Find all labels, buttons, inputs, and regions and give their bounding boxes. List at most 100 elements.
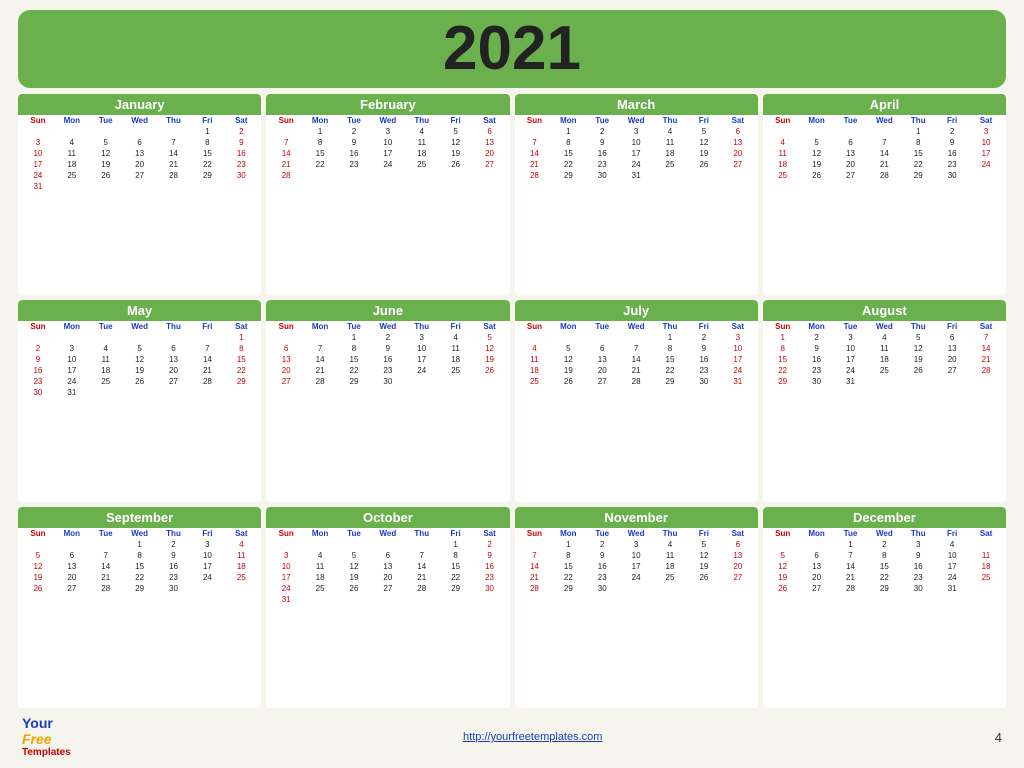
day-cell: 22: [439, 572, 473, 583]
day-label-fri: Fri: [439, 322, 473, 331]
day-cell: [901, 376, 935, 387]
day-cell: [653, 583, 687, 594]
day-cell: 21: [89, 572, 123, 583]
day-cell: 8: [551, 550, 585, 561]
day-cell: 19: [687, 148, 721, 159]
day-cell: 24: [371, 159, 405, 170]
day-cell: 13: [935, 343, 969, 354]
day-cell: 23: [473, 572, 507, 583]
day-cell: 4: [935, 539, 969, 550]
day-cell: 17: [55, 365, 89, 376]
day-cell: 8: [551, 137, 585, 148]
day-cell: [157, 594, 191, 596]
day-cell: [405, 387, 439, 389]
day-cell: [867, 126, 901, 137]
day-cell: 24: [269, 583, 303, 594]
day-cell: 2: [867, 539, 901, 550]
day-cell: 19: [687, 561, 721, 572]
day-cell: [55, 332, 89, 343]
day-label-thu: Thu: [653, 116, 687, 125]
day-cell: 27: [55, 583, 89, 594]
day-label-thu: Thu: [405, 116, 439, 125]
day-cell: [337, 387, 371, 389]
day-cell: 4: [303, 550, 337, 561]
day-cell: 7: [303, 343, 337, 354]
day-cell: 10: [935, 550, 969, 561]
day-label-sat: Sat: [224, 322, 258, 331]
day-cell: 9: [224, 137, 258, 148]
day-cell: 4: [867, 332, 901, 343]
day-cell: [303, 539, 337, 550]
day-cell: 14: [303, 354, 337, 365]
day-cell: 29: [551, 170, 585, 181]
month-body-may: SunMonTueWedThuFriSat1234567891011121314…: [18, 321, 261, 501]
day-cell: 15: [901, 148, 935, 159]
day-label-sat: Sat: [473, 322, 507, 331]
month-body-august: SunMonTueWedThuFriSat1234567891011121314…: [763, 321, 1006, 501]
day-label-wed: Wed: [123, 322, 157, 331]
days-grid: 1234567891011121314151617181920212223242…: [518, 539, 755, 596]
day-cell: 21: [269, 159, 303, 170]
day-cell: 26: [551, 376, 585, 387]
month-body-march: SunMonTueWedThuFriSat1234567891011121314…: [515, 115, 758, 295]
day-cell: [157, 181, 191, 192]
day-cell: 19: [800, 159, 834, 170]
day-cell: 6: [585, 343, 619, 354]
day-cell: 16: [21, 365, 55, 376]
day-cell: 18: [439, 354, 473, 365]
day-cell: 19: [551, 365, 585, 376]
day-cell: [269, 539, 303, 550]
day-cell: 26: [766, 583, 800, 594]
day-cell: [800, 539, 834, 550]
day-cell: [551, 594, 585, 596]
day-cell: 7: [89, 550, 123, 561]
day-cell: [55, 539, 89, 550]
day-cell: 20: [834, 159, 868, 170]
day-cell: [405, 594, 439, 605]
day-label-sun: Sun: [518, 116, 552, 125]
footer-link[interactable]: http://yourfreetemplates.com: [463, 731, 602, 743]
day-cell: 20: [473, 148, 507, 159]
day-label-sat: Sat: [969, 322, 1003, 331]
day-cell: [439, 387, 473, 389]
day-cell: 20: [721, 148, 755, 159]
day-cell: 20: [371, 572, 405, 583]
day-cell: 29: [224, 376, 258, 387]
day-cell: 17: [834, 354, 868, 365]
day-cell: 18: [518, 365, 552, 376]
day-cell: 3: [721, 332, 755, 343]
day-cell: 22: [766, 365, 800, 376]
day-label-thu: Thu: [901, 529, 935, 538]
day-cell: [867, 181, 901, 183]
day-cell: 8: [303, 137, 337, 148]
month-body-december: SunMonTueWedThuFriSat1234567891011121314…: [763, 528, 1006, 708]
day-cell: [721, 387, 755, 389]
day-cell: 13: [834, 148, 868, 159]
logo-free: Free: [22, 732, 71, 747]
day-cell: 21: [867, 159, 901, 170]
day-cell: 23: [224, 159, 258, 170]
day-cell: 25: [303, 583, 337, 594]
day-cell: 23: [800, 365, 834, 376]
day-label-fri: Fri: [935, 529, 969, 538]
day-cell: 17: [969, 148, 1003, 159]
day-cell: 12: [439, 137, 473, 148]
day-cell: 9: [337, 137, 371, 148]
days-grid: 1234567891011121314151617181920212223242…: [21, 126, 258, 192]
day-cell: [337, 170, 371, 181]
day-cell: 4: [653, 126, 687, 137]
day-cell: 2: [21, 343, 55, 354]
day-label-sun: Sun: [269, 322, 303, 331]
day-cell: [766, 126, 800, 137]
month-body-september: SunMonTueWedThuFriSat1234567891011121314…: [18, 528, 261, 708]
day-cell: 13: [157, 354, 191, 365]
day-cell: 12: [89, 148, 123, 159]
day-cell: [800, 594, 834, 596]
day-cell: 2: [157, 539, 191, 550]
day-cell: [21, 594, 55, 596]
day-cell: 30: [157, 583, 191, 594]
day-cell: [405, 181, 439, 183]
day-cell: [473, 170, 507, 181]
days-grid: 1234567891011121314151617181920212223242…: [766, 332, 1003, 389]
day-cell: [834, 181, 868, 183]
